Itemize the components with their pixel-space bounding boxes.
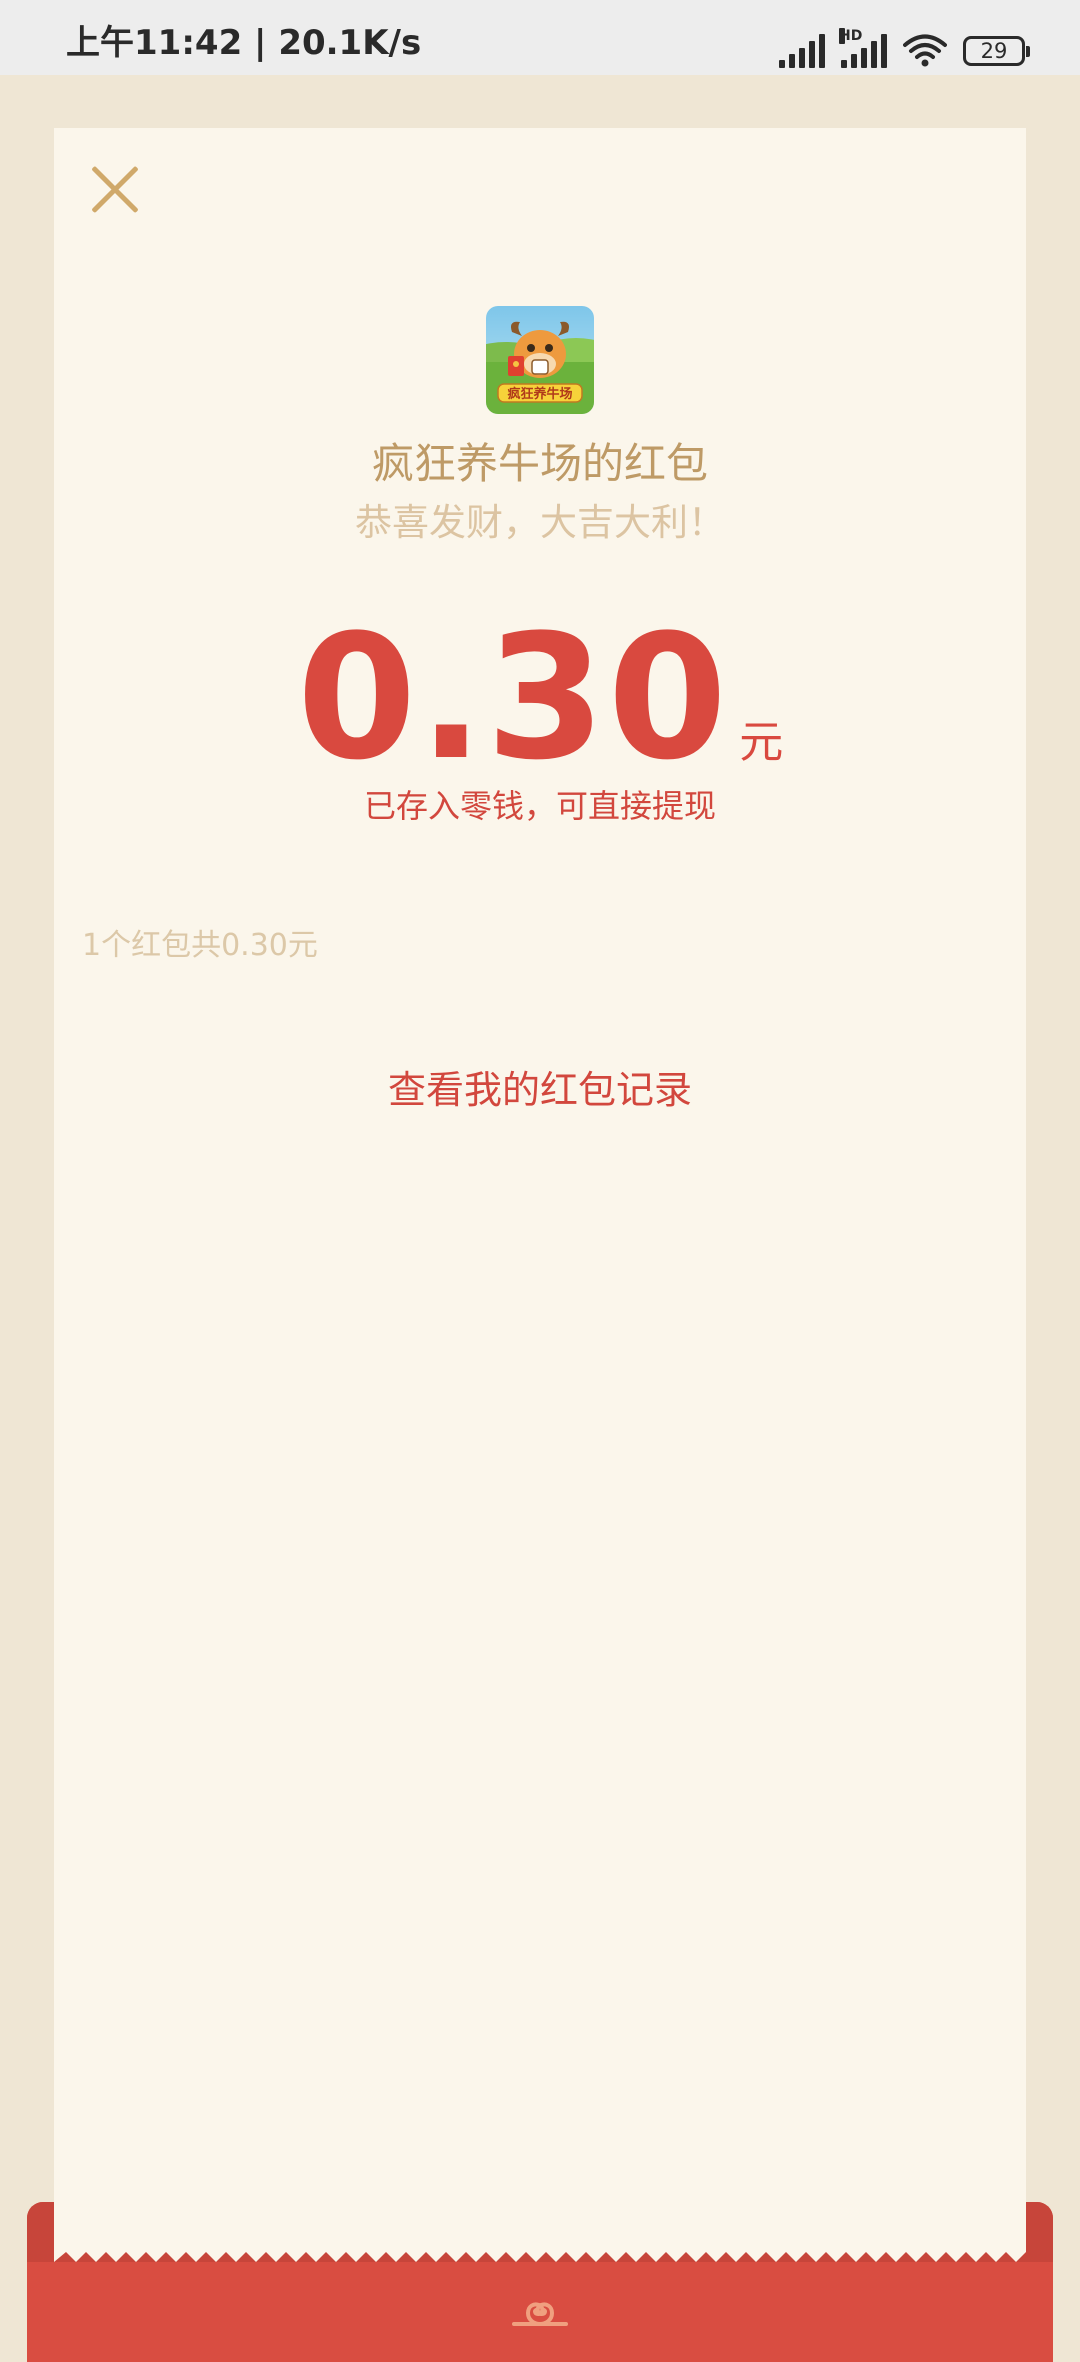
cloud-emblem-icon bbox=[510, 2294, 570, 2338]
app-logo-text: 疯狂养牛场 bbox=[507, 386, 572, 402]
packet-summary: 1个红包共0.30元 bbox=[82, 928, 318, 963]
app-logo: 疯狂养牛场 bbox=[486, 306, 594, 414]
hd-label: HD bbox=[839, 28, 863, 44]
close-icon[interactable] bbox=[90, 164, 140, 214]
status-icons: HD 29 bbox=[779, 28, 1030, 68]
deposit-note: 已存入零钱，可直接提现 bbox=[363, 787, 716, 825]
battery-icon: 29 bbox=[963, 36, 1030, 66]
signal-icon bbox=[779, 34, 825, 68]
sender-title: 疯狂养牛场的红包 bbox=[371, 439, 708, 488]
status-time: 上午11:42 | 20.1K/s bbox=[66, 23, 422, 63]
status-bar: 上午11:42 | 20.1K/s HD 29 bbox=[0, 0, 1080, 75]
greeting-text: 恭喜发财，大吉大利！ bbox=[355, 501, 725, 544]
amount-unit: 元 bbox=[739, 717, 784, 768]
amount-row: 0.30 元 bbox=[0, 598, 1080, 798]
view-records-link[interactable]: 查看我的红包记录 bbox=[0, 1064, 1080, 1116]
wifi-icon bbox=[903, 34, 947, 68]
card-zigzag-edge bbox=[54, 2240, 1026, 2262]
signal-hd-icon: HD bbox=[839, 28, 887, 68]
amount-value: 0.30 bbox=[296, 597, 730, 798]
